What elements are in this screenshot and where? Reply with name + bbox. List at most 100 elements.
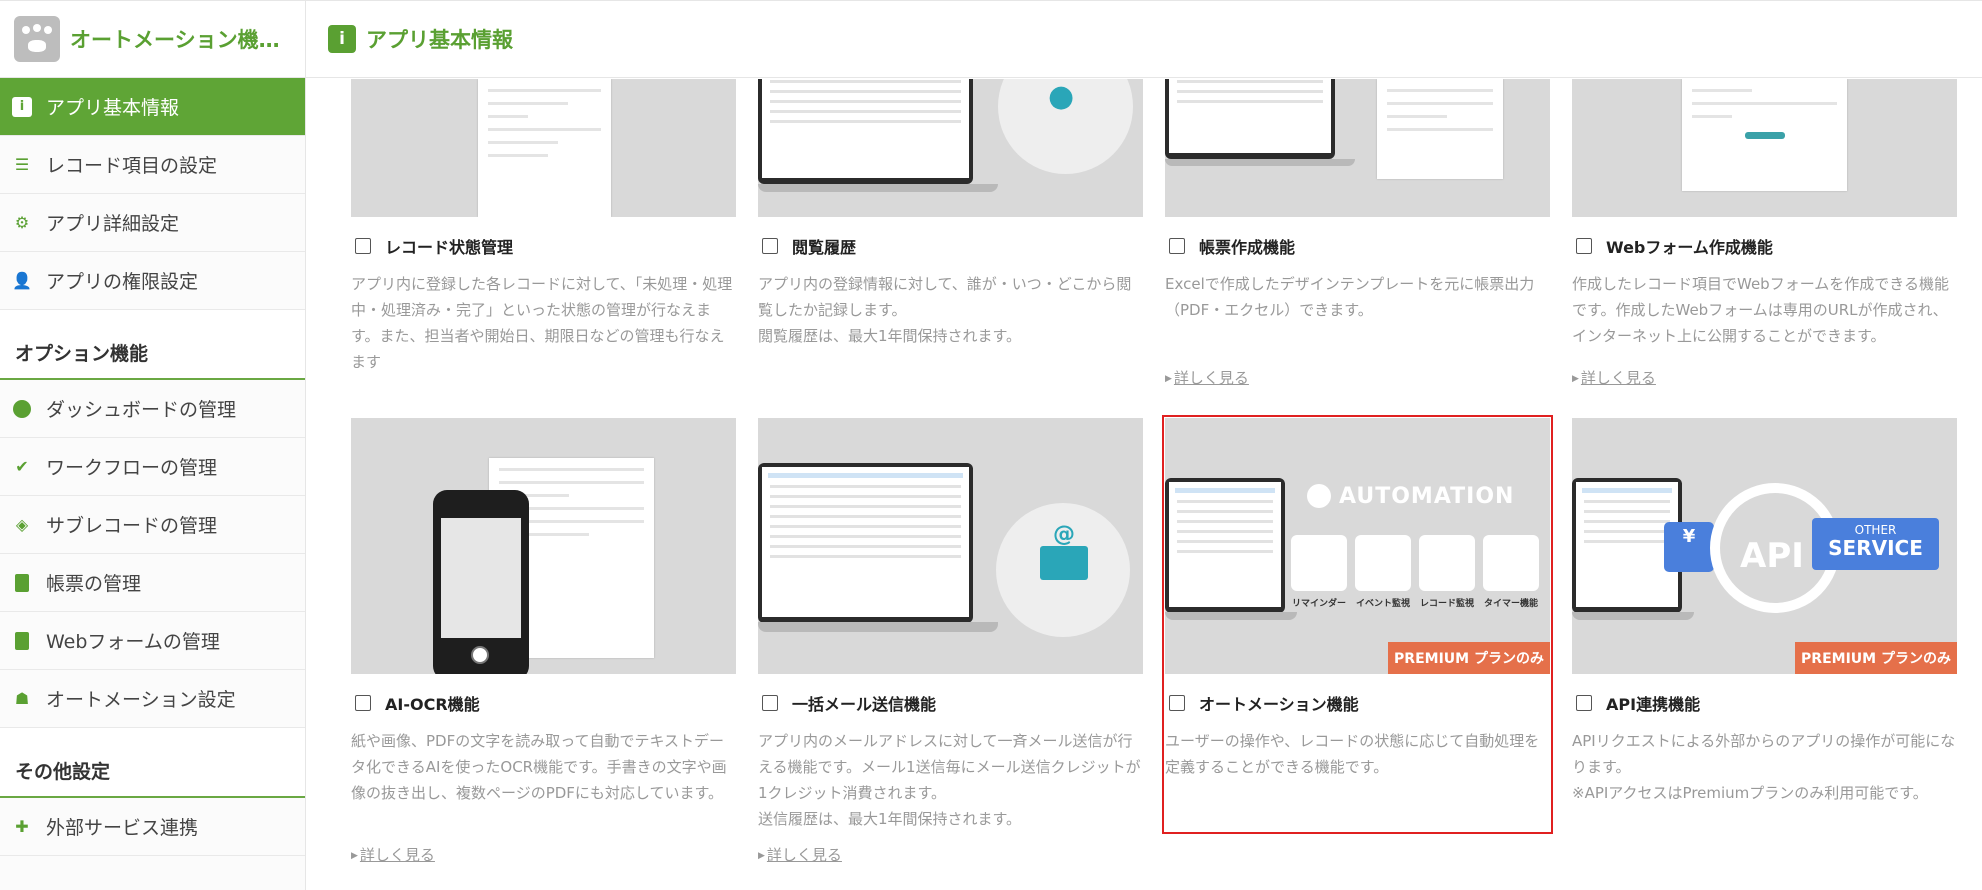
sidebar-item-label: サブレコードの管理 (46, 515, 218, 537)
sidebar: オートメーション機… i アプリ基本情報 ☰ レコード項目の設定 ⚙ アプリ詳細… (0, 0, 306, 890)
page-header: i アプリ基本情報 (306, 0, 1982, 78)
camera-button-icon (471, 646, 489, 664)
option-section-title: オプション機能 (0, 310, 305, 380)
feature-card-api: ¥ API OTHER SERVICE PREMIUM プランのみ API連携機… (1572, 418, 1957, 806)
api-label: API (1740, 536, 1804, 576)
feature-description-line: 送信履歴は、最大1年間保持されます。 (758, 810, 1022, 828)
feature-description: アプリ内のメールアドレスに対して一斉メール送信が行える機能です。メール1送信毎に… (758, 728, 1143, 832)
feature-description: アプリ内の登録情報に対して、誰が・いつ・どこから閲覧したか記録します。 閲覧履歴… (758, 271, 1143, 349)
feature-title: 一括メール送信機能 (792, 695, 937, 714)
feature-thumbnail: @ (758, 418, 1143, 674)
feature-card-webform: Webフォーム作成機能 作成したレコード項目でWebフォームを作成できる機能です… (1572, 79, 1957, 349)
other-service-bottom: SERVICE (1828, 536, 1923, 560)
feature-title: AI-OCR機能 (385, 695, 480, 714)
feature-card-record-status: レコード状態管理 アプリ内に登録した各レコードに対して、「未処理・処理中・処理済… (351, 79, 736, 375)
sidebar-item-label: レコード項目の設定 (46, 155, 218, 177)
sidebar-item-workflow[interactable]: ✔ ワークフローの管理 (0, 438, 305, 496)
premium-badge: PREMIUM プランのみ (1795, 642, 1957, 674)
feature-more-link-webform[interactable]: 詳しく見る (1572, 367, 1656, 388)
sidebar-item-label: 外部サービス連携 (46, 817, 199, 839)
feature-more-link-bulk-mail[interactable]: 詳しく見る (758, 844, 842, 865)
sidebar-header: オートメーション機… (0, 0, 305, 78)
feature-checkbox-form-creation[interactable] (1169, 238, 1185, 254)
feature-more-link-ai-ocr[interactable]: 詳しく見る (351, 844, 435, 865)
sidebar-item-label: アプリ基本情報 (46, 97, 180, 119)
puzzle-icon: ✚ (15, 817, 29, 836)
sidebar-item-label: アプリ詳細設定 (46, 213, 180, 235)
sidebar-item-label: 帳票の管理 (46, 573, 142, 595)
page-title: アプリ基本情報 (366, 28, 513, 52)
feature-description: Excelで作成したデザインテンプレートを元に帳票出力（PDF・エクセル）できま… (1165, 275, 1535, 319)
sidebar-item-label: アプリの権限設定 (46, 271, 199, 293)
feature-description-line: APIリクエストによる外部からのアプリの操作が可能になります。 (1572, 732, 1956, 776)
feature-description-line: 閲覧履歴は、最大1年間保持されます。 (758, 327, 1022, 345)
workflow-icon: ✔ (15, 457, 29, 476)
app-logo-icon (14, 16, 60, 62)
feature-title: 閲覧履歴 (792, 238, 857, 257)
feature-card-bulk-mail: @ 一括メール送信機能 アプリ内のメールアドレスに対して一斉メール送信が行える機… (758, 418, 1143, 832)
feature-description-line: ※APIアクセスはPremiumプランのみ利用可能です。 (1572, 784, 1928, 802)
sidebar-item-automation[interactable]: ☗ オートメーション設定 (0, 670, 305, 728)
footprints-icon: ● (1048, 79, 1075, 114)
feature-thumbnail: ● (758, 79, 1143, 217)
sidebar-item-label: ワークフローの管理 (46, 457, 218, 479)
sidebar-item-subrecord[interactable]: ◈ サブレコードの管理 (0, 496, 305, 554)
list-icon: ☰ (14, 155, 30, 174)
feature-checkbox-record-status[interactable] (355, 238, 371, 254)
feature-description-line: アプリ内のメールアドレスに対して一斉メール送信が行える機能です。メール1送信毎に… (758, 732, 1141, 802)
mail-icon (1040, 546, 1088, 580)
excel-file-icon (12, 573, 32, 593)
feature-description: 紙や画像、PDFの文字を読み取って自動でテキストデータ化できるAIを使ったOCR… (351, 732, 727, 802)
other-section-title: その他設定 (0, 728, 305, 798)
other-service-box: OTHER SERVICE (1812, 518, 1939, 570)
feature-thumbnail (351, 418, 736, 674)
layers-icon: ◈ (15, 515, 29, 534)
feature-checkbox-webform[interactable] (1576, 238, 1592, 254)
feature-description: APIリクエストによる外部からのアプリの操作が可能になります。 ※APIアクセス… (1572, 728, 1957, 806)
user-lock-icon: 👤 (12, 271, 32, 290)
feature-thumbnail (1572, 79, 1957, 217)
feature-title: Webフォーム作成機能 (1606, 238, 1773, 257)
feature-card-view-history: ● 閲覧履歴 アプリ内の登録情報に対して、誰が・いつ・どこから閲覧したか記録しま… (758, 79, 1143, 349)
feature-checkbox-bulk-mail[interactable] (762, 695, 778, 711)
other-service-top: OTHER (1854, 523, 1897, 537)
yen-chart-icon: ¥ (1664, 522, 1714, 572)
feature-title: API連携機能 (1606, 695, 1701, 714)
feature-title: レコード状態管理 (385, 238, 514, 257)
sidebar-item-app-basic-info[interactable]: i アプリ基本情報 (0, 78, 305, 136)
robot-icon: ☗ (14, 689, 30, 708)
feature-checkbox-view-history[interactable] (762, 238, 778, 254)
feature-card-ai-ocr: AI-OCR機能 紙や画像、PDFの文字を読み取って自動でテキストデータ化できる… (351, 418, 736, 806)
feature-card-form-creation: 帳票作成機能 Excelで作成したデザインテンプレートを元に帳票出力（PDF・エ… (1165, 79, 1550, 323)
gear-icon: ⚙ (14, 213, 30, 232)
sidebar-item-record-fields[interactable]: ☰ レコード項目の設定 (0, 136, 305, 194)
sidebar-item-label: Webフォームの管理 (46, 631, 220, 653)
dashboard-icon (12, 399, 32, 419)
feature-description: 作成したレコード項目でWebフォームを作成できる機能です。作成したWebフォーム… (1572, 275, 1949, 345)
sidebar-item-cutoff[interactable] (0, 856, 305, 890)
sidebar-item-webform[interactable]: Webフォームの管理 (0, 612, 305, 670)
info-icon: i (328, 25, 356, 53)
sidebar-item-external-services[interactable]: ✚ 外部サービス連携 (0, 798, 305, 856)
feature-thumbnail (1165, 79, 1550, 217)
feature-more-link-form-creation[interactable]: 詳しく見る (1165, 367, 1249, 388)
app-name[interactable]: オートメーション機… (70, 24, 290, 54)
selection-highlight (1162, 415, 1553, 834)
feature-description-line: アプリ内の登録情報に対して、誰が・いつ・どこから閲覧したか記録します。 (758, 275, 1132, 319)
feature-description: アプリ内に登録した各レコードに対して、「未処理・処理中・処理済み・完了」といった… (351, 275, 733, 371)
at-sign-icon: @ (1053, 522, 1075, 547)
feature-checkbox-ai-ocr[interactable] (355, 695, 371, 711)
feature-thumbnail: ¥ API OTHER SERVICE PREMIUM プランのみ (1572, 418, 1957, 674)
sidebar-item-app-detail-settings[interactable]: ⚙ アプリ詳細設定 (0, 194, 305, 252)
feature-checkbox-api[interactable] (1576, 695, 1592, 711)
sidebar-item-app-permissions[interactable]: 👤 アプリの権限設定 (0, 252, 305, 310)
sidebar-item-label: ダッシュボードの管理 (46, 399, 237, 421)
feature-grid: レコード状態管理 アプリ内に登録した各レコードに対して、「未処理・処理中・処理済… (306, 79, 1982, 890)
sidebar-item-forms[interactable]: 帳票の管理 (0, 554, 305, 612)
clipboard-icon (12, 631, 32, 651)
feature-title: 帳票作成機能 (1199, 238, 1296, 257)
info-icon: i (12, 96, 32, 117)
feature-thumbnail (351, 79, 736, 217)
sidebar-item-dashboard[interactable]: ダッシュボードの管理 (0, 380, 305, 438)
sidebar-item-label: オートメーション設定 (46, 689, 236, 711)
